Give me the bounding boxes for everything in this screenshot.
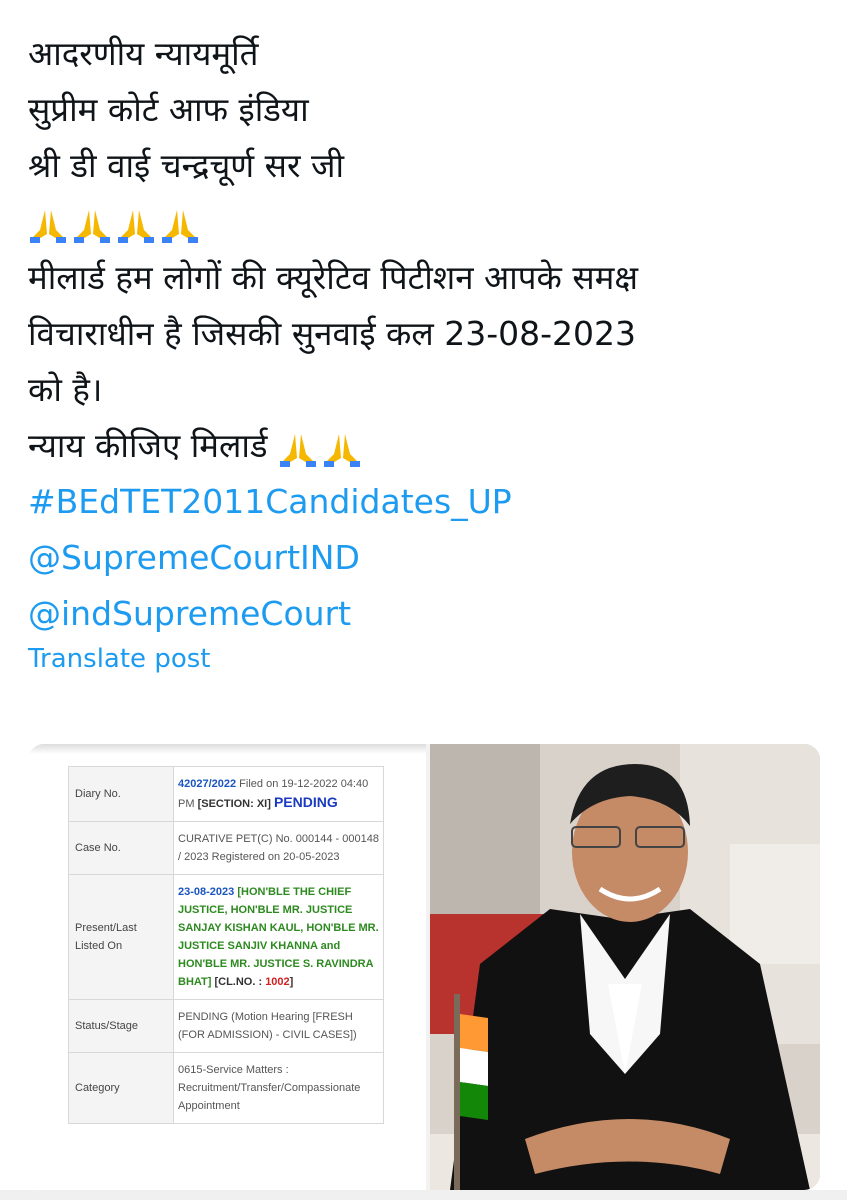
post-line: न्याय कीजिए मिलार्ड [28,426,268,465]
case-details-image[interactable]: Diary No. 42027/2022 Filed on 19-12-2022… [28,744,426,1190]
status-badge: PENDING [273,794,338,810]
mention-link[interactable]: @indSupremeCourt [28,586,828,642]
diary-number: 42027/2022 [178,778,237,790]
table-row: Category 0615-Service Matters : Recruitm… [68,1052,384,1124]
portrait-image[interactable] [430,744,820,1190]
folded-hands-icon [280,433,317,467]
row-value: CURATIVE PET(C) No. 000144 - 000148 / 20… [173,821,384,875]
post-text: आदरणीय न्यायमूर्ति सुप्रीम कोर्ट आफ इंडि… [28,26,828,642]
table-row: Status/Stage PENDING (Motion Hearing [FR… [68,999,384,1053]
folded-hands-icon [162,209,198,243]
emoji-row [28,194,828,250]
clno-prefix: [CL.NO. : [211,976,266,988]
case-details-table: Diary No. 42027/2022 Filed on 19-12-2022… [68,766,384,1124]
table-row: Present/Last Listed On 23-08-2023 [HON'B… [68,874,384,1000]
row-value: PENDING (Motion Hearing [FRESH (FOR ADMI… [173,999,384,1053]
row-value: 0615-Service Matters : Recruitment/Trans… [173,1052,384,1124]
post-line-with-emoji: न्याय कीजिए मिलार्ड [28,418,828,474]
post-line: सुप्रीम कोर्ट आफ इंडिया [28,90,309,129]
table-row: Case No. CURATIVE PET(C) No. 000144 - 00… [68,821,384,875]
folded-hands-icon [74,209,110,243]
hashtag-link[interactable]: #BEdTET2011Candidates_UP [28,474,828,530]
folded-hands-icon [118,209,154,243]
post-line: मीलार्ड हम लोगों की क्यूरेटिव पिटीशन आपक… [28,258,639,297]
mention-link[interactable]: @SupremeCourtIND [28,530,828,586]
row-label: Category [68,1052,174,1124]
image-top-edge [28,744,426,754]
row-value: 42027/2022 Filed on 19-12-2022 04:40 PM … [173,766,384,822]
post-line: को है। [28,370,103,409]
folded-hands-icon [324,433,361,467]
listed-bench: [HON'BLE THE CHIEF JUSTICE, HON'BLE MR. … [178,886,379,988]
post-line: विचाराधीन है जिसकी सुनवाई कल 23-08-2023 [28,314,637,353]
row-label: Case No. [68,821,174,875]
portrait-illustration [430,744,820,1190]
bottom-divider [0,1190,847,1200]
clno-suffix: ] [289,976,294,988]
row-label: Present/Last Listed On [68,874,174,1000]
row-label: Status/Stage [68,999,174,1053]
row-value: 23-08-2023 [HON'BLE THE CHIEF JUSTICE, H… [173,874,384,1000]
translate-post-link[interactable]: Translate post [28,644,210,674]
post-line: आदरणीय न्यायमूर्ति [28,34,259,73]
diary-section: [SECTION: XI] [197,798,271,810]
post-line: श्री डी वाई चन्द्रचूर्ण सर जी [28,146,344,185]
folded-hands-icon [30,209,66,243]
table-row: Diary No. 42027/2022 Filed on 19-12-2022… [68,766,384,822]
listed-date: 23-08-2023 [178,886,235,898]
row-label: Diary No. [68,766,174,822]
media-grid[interactable]: Diary No. 42027/2022 Filed on 19-12-2022… [28,744,820,1190]
clno-value: 1002 [265,976,290,988]
